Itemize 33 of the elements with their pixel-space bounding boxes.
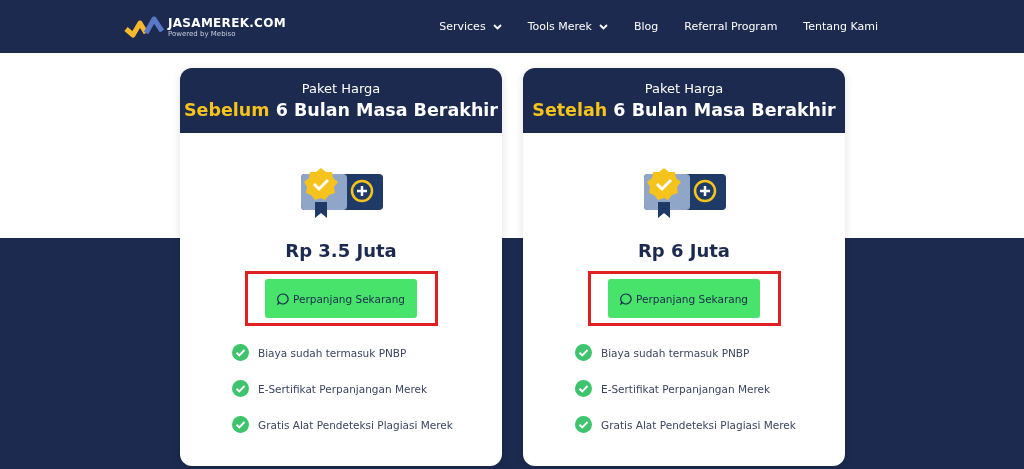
feature-text: Gratis Alat Pendeteksi Plagiasi Merek [258, 418, 453, 431]
check-circle-icon [232, 416, 249, 433]
card-title: Sebelum 6 Bulan Masa Berakhir [184, 100, 498, 120]
card-subtitle: Paket Harga [301, 81, 381, 96]
certificate-renewal-icon [642, 168, 726, 220]
renew-button[interactable]: Perpanjang Sekarang [608, 279, 760, 318]
whatsapp-icon [277, 292, 289, 305]
feature-text: E-Sertifikat Perpanjangan Merek [258, 382, 428, 395]
caret-icon [598, 23, 608, 30]
check-circle-icon [575, 344, 592, 361]
caret-icon [492, 23, 502, 30]
whatsapp-icon [620, 292, 632, 305]
feature-text: Gratis Alat Pendeteksi Plagiasi Merek [601, 418, 796, 431]
check-circle-icon [232, 344, 249, 361]
card-title: Setelah 6 Bulan Masa Berakhir [532, 100, 836, 120]
check-circle-icon [575, 416, 592, 433]
nav-link[interactable]: Services [439, 20, 502, 33]
feature-text: Biaya sudah termasuk PNBP [258, 346, 407, 359]
nav-link[interactable]: Referral Program [684, 20, 778, 33]
feature-text: Biaya sudah termasuk PNBP [601, 346, 750, 359]
price: Rp 3.5 Juta [285, 240, 397, 261]
feature-text: E-Sertifikat Perpanjangan Merek [601, 382, 771, 395]
logo-icon [124, 14, 164, 39]
nav-link[interactable]: Tentang Kami [803, 20, 878, 33]
card-subtitle: Paket Harga [644, 81, 724, 96]
renew-button[interactable]: Perpanjang Sekarang [265, 279, 417, 318]
logo-wordmark: JASAMEREK.COM [168, 15, 286, 30]
check-circle-icon [232, 380, 249, 397]
certificate-renewal-icon [299, 168, 383, 220]
nav-link[interactable]: Blog [633, 20, 659, 33]
nav-link[interactable]: Tools Merek [527, 20, 608, 33]
check-circle-icon [575, 380, 592, 397]
price: Rp 6 Juta [637, 240, 731, 261]
